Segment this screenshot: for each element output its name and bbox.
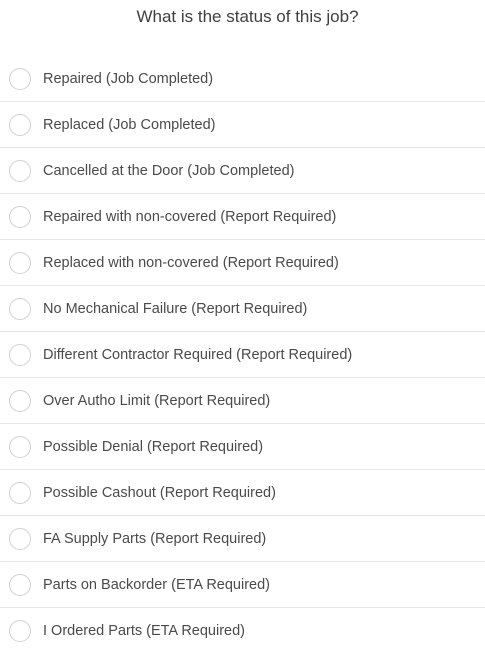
- option-label: Possible Denial (Report Required): [43, 438, 264, 455]
- option-label: Parts on Backorder (ETA Required): [43, 576, 270, 593]
- radio-button[interactable]: [9, 67, 31, 90]
- question-title: What is the status of this job?: [136, 7, 359, 26]
- option-label: Different Contractor Required (Report Re…: [43, 346, 353, 363]
- option-label: Replaced (Job Completed): [43, 116, 216, 133]
- option-replaced-non-covered[interactable]: Replaced with non-covered (Report Requir…: [0, 240, 485, 286]
- option-label: FA Supply Parts (Report Required): [43, 530, 267, 547]
- radio-button[interactable]: [9, 113, 31, 136]
- radio-button[interactable]: [9, 159, 31, 182]
- option-label: Repaired (Job Completed): [43, 70, 214, 87]
- radio-button[interactable]: [9, 297, 31, 320]
- radio-button[interactable]: [9, 573, 31, 596]
- job-status-options: Repaired (Job Completed) Replaced (Job C…: [0, 56, 485, 654]
- radio-button[interactable]: [9, 435, 31, 458]
- radio-button[interactable]: [9, 251, 31, 274]
- option-repaired[interactable]: Repaired (Job Completed): [0, 56, 485, 102]
- radio-button[interactable]: [9, 620, 31, 642]
- option-different-contractor[interactable]: Different Contractor Required (Report Re…: [0, 332, 485, 378]
- option-possible-cashout[interactable]: Possible Cashout (Report Required): [0, 470, 485, 516]
- option-repaired-non-covered[interactable]: Repaired with non-covered (Report Requir…: [0, 194, 485, 240]
- option-label: Over Autho Limit (Report Required): [43, 392, 271, 409]
- option-label: Replaced with non-covered (Report Requir…: [43, 254, 339, 271]
- option-no-mechanical-failure[interactable]: No Mechanical Failure (Report Required): [0, 286, 485, 332]
- option-replaced[interactable]: Replaced (Job Completed): [0, 102, 485, 148]
- radio-button[interactable]: [9, 205, 31, 228]
- option-parts-on-backorder[interactable]: Parts on Backorder (ETA Required): [0, 562, 485, 608]
- option-label: I Ordered Parts (ETA Required): [43, 623, 246, 639]
- radio-button[interactable]: [9, 389, 31, 412]
- radio-button[interactable]: [9, 343, 31, 366]
- option-label: No Mechanical Failure (Report Required): [43, 300, 308, 317]
- option-i-ordered-parts[interactable]: I Ordered Parts (ETA Required): [0, 608, 485, 654]
- option-fa-supply-parts[interactable]: FA Supply Parts (Report Required): [0, 516, 485, 562]
- radio-button[interactable]: [9, 481, 31, 504]
- radio-button[interactable]: [9, 527, 31, 550]
- option-label: Cancelled at the Door (Job Completed): [43, 162, 295, 179]
- option-label: Possible Cashout (Report Required): [43, 484, 276, 501]
- option-over-autho-limit[interactable]: Over Autho Limit (Report Required): [0, 378, 485, 424]
- option-cancelled-at-door[interactable]: Cancelled at the Door (Job Completed): [0, 148, 485, 194]
- option-label: Repaired with non-covered (Report Requir…: [43, 208, 337, 225]
- option-possible-denial[interactable]: Possible Denial (Report Required): [0, 424, 485, 470]
